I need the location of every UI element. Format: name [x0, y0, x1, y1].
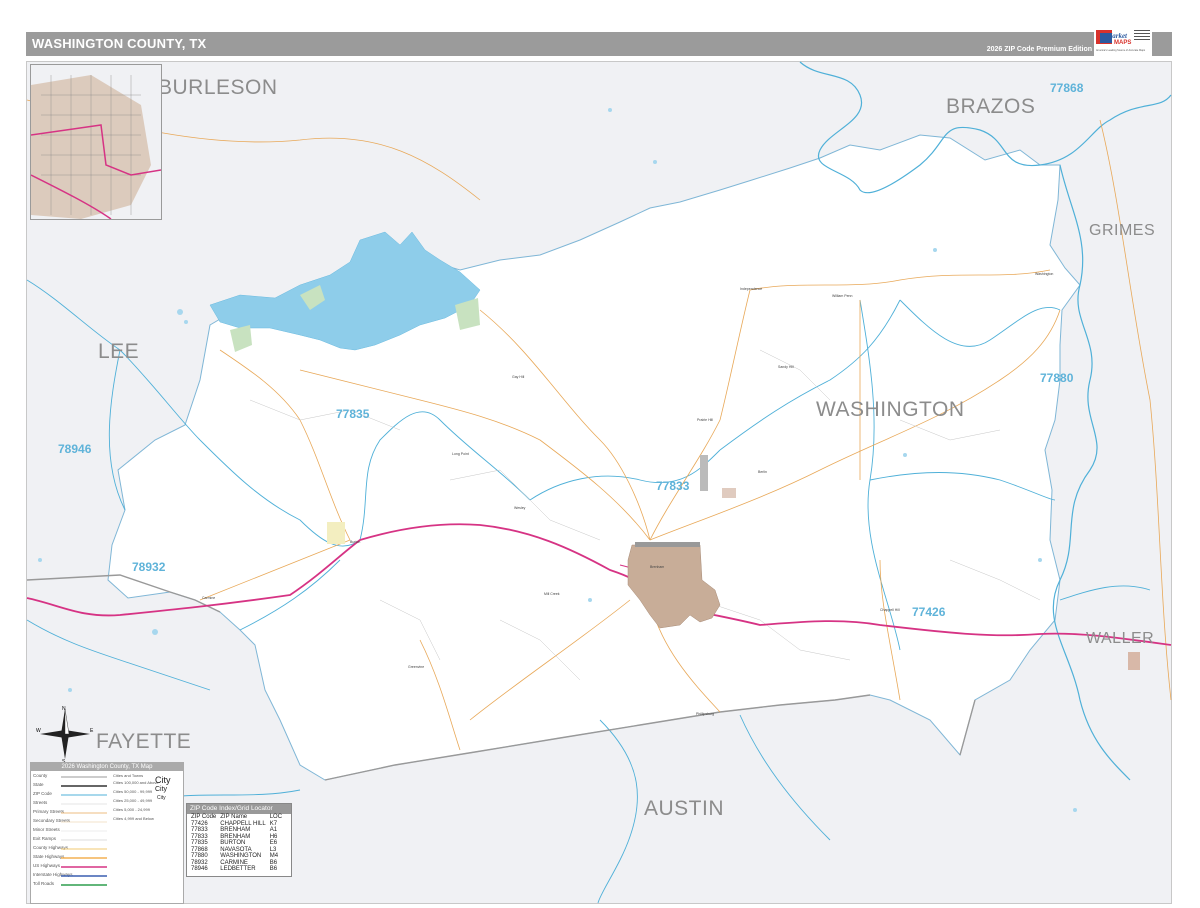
town-label: Greenvine — [408, 665, 425, 669]
legend-city-small: City — [157, 795, 166, 801]
zip-label-78932: 78932 — [132, 560, 166, 574]
zip-label-78946: 78946 — [58, 442, 92, 456]
compass-n: N — [62, 706, 66, 712]
legend-city-header: Cities and Towns — [113, 773, 144, 778]
town-label: Berlin — [758, 470, 767, 474]
table-row: 78946 LEDBETTER B6 — [189, 866, 284, 873]
legend-row: Streets — [33, 800, 48, 805]
burton-town-area — [327, 522, 345, 544]
town-label: William Penn — [832, 294, 853, 298]
compass-w: W — [36, 728, 41, 734]
compass-rose: N S E W — [36, 705, 94, 765]
legend-city-class: Cities 50,000 - 99,999 — [113, 789, 153, 794]
zip-name-cell: LEDBETTER — [220, 866, 256, 872]
county-label-grimes: GRIMES — [1089, 222, 1156, 239]
town-label: Wesley — [514, 506, 526, 510]
legend-row: Minor Streets — [33, 827, 60, 832]
zip-index-header: ZIP Code — [191, 814, 217, 820]
legend-row: US Highways — [33, 863, 61, 868]
town-area — [722, 488, 736, 498]
county-label-washington: WASHINGTON — [816, 398, 965, 421]
zip-index-header: LOC — [269, 814, 283, 820]
zip-label-77868: 77868 — [1050, 81, 1084, 95]
legend-row: Exit Ramps — [33, 836, 57, 841]
county-label-brazos: BRAZOS — [946, 95, 1036, 118]
zip-name-cell: WASHINGTON — [220, 853, 262, 859]
legend-row: County — [33, 773, 48, 778]
town-label: Mill Creek — [544, 592, 560, 596]
zip-index-table: ZIP Code ZIP Name LOC 77426 CHAPPELL HILL… — [189, 814, 284, 873]
town-label: Chappell Hill — [880, 608, 900, 612]
town-label: Independence — [740, 287, 763, 291]
town-label: Gay Hill — [512, 375, 525, 379]
inset-city-map[interactable] — [30, 64, 162, 220]
waller-town-area — [1128, 652, 1140, 670]
town-label: Sandy Hill — [778, 365, 794, 369]
county-label-waller: WALLER — [1086, 630, 1155, 647]
legend-city-class: Cities 5,000 - 24,999 — [113, 807, 150, 812]
county-label-lee: LEE — [98, 340, 140, 363]
town-label: Prairie Hill — [697, 418, 713, 422]
table-row: 77880 WASHINGTON M4 — [189, 853, 284, 860]
zip-label-77835: 77835 — [336, 407, 370, 421]
zip-label-77880: 77880 — [1040, 371, 1074, 385]
town-label: Phillipsburg — [696, 712, 715, 716]
county-label-fayette: FAYETTE — [96, 730, 192, 753]
town-label: Washington — [1035, 272, 1054, 276]
legend-city-mid: City — [155, 786, 168, 793]
map-legend: 2026 Washington County, TX Map County St… — [30, 762, 184, 904]
town-label: Brenham — [650, 565, 665, 569]
county-label-austin: AUSTIN — [644, 797, 725, 820]
county-label-burleson: BURLESON — [158, 76, 278, 99]
town-label: Burton — [350, 540, 361, 544]
brenham-airport — [635, 542, 700, 547]
legend-row: State — [33, 782, 44, 787]
legend-city-class: Cities 25,000 - 49,999 — [113, 798, 153, 803]
legend-row: ZIP Code — [33, 791, 52, 796]
zip-code-index: ZIP Code Index/Grid Locator ZIP Code ZIP… — [186, 803, 292, 877]
legend-row: Toll Roads — [33, 881, 55, 886]
zip-index-title: ZIP Code Index/Grid Locator — [187, 804, 291, 814]
zip-label-77833: 77833 — [656, 479, 690, 493]
town-label: Long Point — [452, 452, 469, 456]
table-row: 77833 BRENHAM A1 — [189, 827, 284, 834]
reservoir-area — [700, 455, 708, 491]
legend-title: 2026 Washington County, TX Map — [31, 763, 183, 771]
zip-label-77426: 77426 — [912, 605, 946, 619]
legend-city-class: Cities 4,999 and Below — [113, 816, 154, 821]
loc-cell: B6 — [269, 866, 278, 872]
legend-symbols — [61, 776, 107, 886]
table-row: 77835 BURTON E6 — [189, 840, 284, 847]
zip-cell: 78946 — [191, 866, 208, 872]
legend-city-class: Cities 100,000 and Above — [113, 780, 159, 785]
legend-city-big: City — [155, 775, 171, 785]
compass-e: E — [90, 728, 94, 734]
town-label: Carmine — [202, 596, 216, 600]
